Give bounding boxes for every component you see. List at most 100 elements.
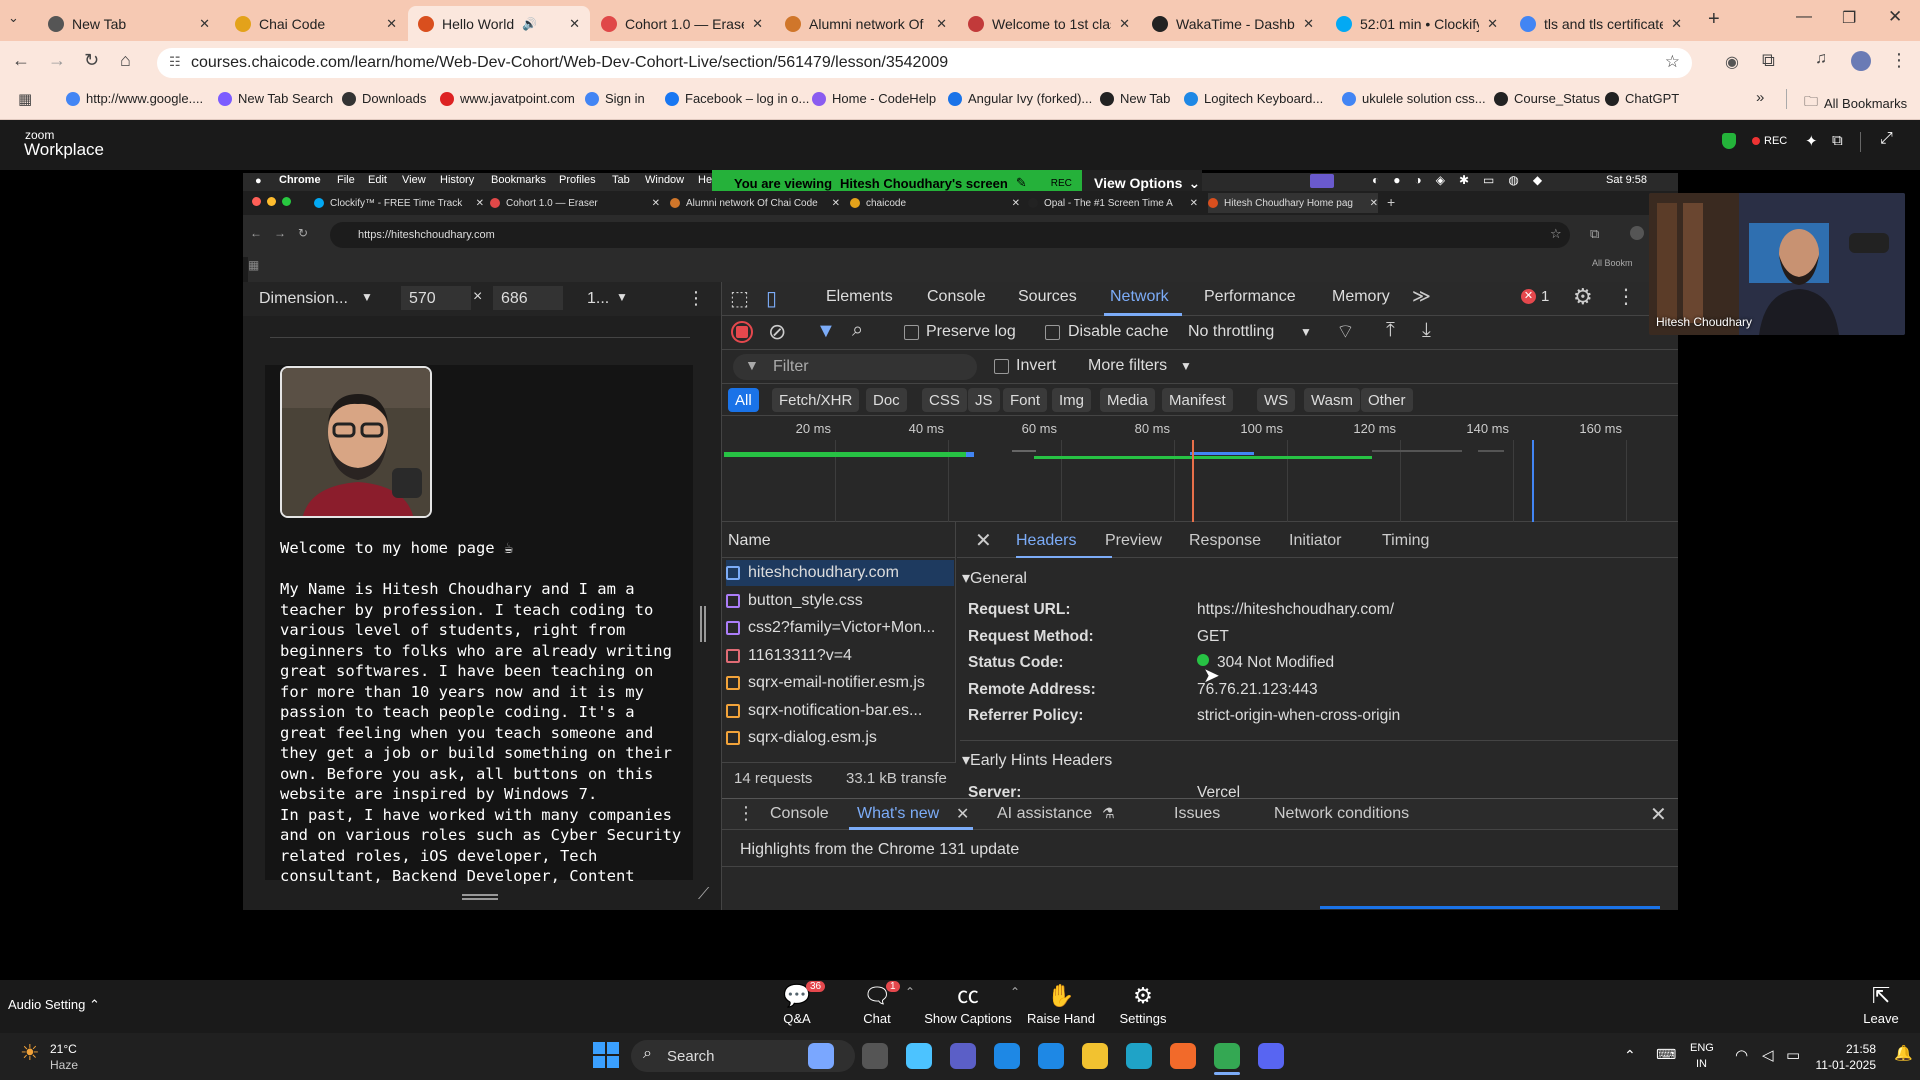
bookmark-item[interactable]: Course_Status [1494,91,1600,106]
windows-start-icon[interactable] [593,1042,619,1068]
show-captions-button[interactable]: ㏄ Show Captions [923,981,1013,1026]
home-icon[interactable]: ⌂ [120,50,131,71]
tab-close-icon[interactable]: ✕ [199,16,210,32]
sparkle-icon[interactable]: ✦ [1805,132,1818,150]
language-code[interactable]: ENG [1690,1042,1714,1054]
help-icon[interactable] [1038,1043,1064,1069]
volume-icon[interactable]: ◁ [1762,1046,1774,1064]
shared-address-bar: https://hiteshchoudhary.com [330,222,1570,248]
captions-caret-icon[interactable]: ⌃ [1010,985,1020,999]
bookmark-item[interactable]: www.javatpoint.com [440,91,575,106]
bookmark-item[interactable]: Facebook – log in o... [665,91,809,106]
browser-tab[interactable]: Cohort 1.0 — Eraser ✕ [591,6,773,41]
bookmark-item[interactable]: Angular Ivy (forked)... [948,91,1092,106]
wifi-icon[interactable]: ◠ [1735,1046,1748,1064]
request-name: css2?family=Victor+Mon... [748,619,936,636]
tab-close-icon[interactable]: ✕ [569,16,580,32]
search-icon: ⌕ [643,1045,652,1062]
apps-grid-icon[interactable]: ▦ [18,90,32,108]
teams-icon[interactable] [950,1043,976,1069]
browser-tab[interactable]: 52:01 min • Clockify ✕ [1326,6,1508,41]
settings-button[interactable]: ⚙ Settings [1098,981,1188,1026]
tray-chevron-icon[interactable]: ⌃ [1624,1047,1636,1064]
tab-close-icon[interactable]: ✕ [1671,16,1682,32]
bookmark-item[interactable]: Logitech Keyboard... [1184,91,1323,106]
extensions-puzzle-icon[interactable]: ⧉ [1762,50,1775,71]
chrome-icon[interactable] [1214,1043,1240,1069]
bookmark-item[interactable]: Home - CodeHelp [812,91,936,106]
audio-icon[interactable]: 🔊 [522,17,537,31]
site-info-icon[interactable]: ☷ [169,54,181,70]
settings-gear-icon: ⚙ [1573,284,1593,309]
store-icon[interactable] [994,1043,1020,1069]
weather-icon[interactable]: ☀ [20,1040,40,1066]
back-icon[interactable]: ← [12,50,30,71]
browser-tab[interactable]: WakaTime - Dashboa ✕ [1142,6,1324,41]
shared-tab-close-icon: ✕ [1369,197,1378,209]
browser-tab[interactable]: tls and tls certificates ✕ [1510,6,1692,41]
bookmark-item[interactable]: New Tab Search [218,91,333,106]
taskbar-time[interactable]: 21:58 [1836,1042,1876,1056]
bookmark-item[interactable]: Sign in [585,91,645,106]
restore-icon[interactable]: ❐ [1842,8,1856,28]
address-bar[interactable]: ☷ courses.chaicode.com/learn/home/Web-De… [157,48,1692,78]
browser-tab[interactable]: Chai Code ✕ [225,6,407,41]
tab-close-icon[interactable]: ✕ [936,16,947,32]
shared-nav-icons: ←→↻ [250,226,321,240]
audio-setting[interactable]: Audio Setting ⌃ [8,997,100,1013]
layout-icon[interactable]: ⧉ [1832,132,1843,149]
mac-zoom-dot [282,197,291,206]
tab-close-icon[interactable]: ✕ [1487,16,1498,32]
leave-button[interactable]: ⇱ Leave [1836,981,1920,1026]
extension-icon[interactable]: ◉ [1725,52,1739,72]
profile-avatar[interactable] [1851,51,1871,71]
devtools-tab: Performance [1204,288,1296,305]
new-tab-button[interactable]: + [1708,8,1720,31]
mac-menu-item: Chrome [279,174,321,186]
keyboard-icon[interactable]: ⌨ [1656,1046,1676,1063]
menubar-status-icons: ◐●◑◈✱▭◍◆ [1372,173,1557,187]
bookmark-item[interactable]: ChatGPT [1605,91,1679,106]
bookmark-item[interactable]: New Tab [1100,91,1170,106]
devtools-tab: Elements [826,288,893,305]
timeline-bar [1190,452,1254,455]
type-chip: CSS [922,388,967,412]
q-a-button[interactable]: 💬 36 Q&A [752,981,842,1026]
close-window-icon[interactable]: ✕ [1888,7,1902,27]
bookmark-item[interactable]: ukulele solution css... [1342,91,1486,106]
bookmark-item[interactable]: http://www.google.... [66,91,203,106]
browser-tab[interactable]: Hello World 🔊 ✕ [408,6,590,41]
tab-search-icon[interactable]: ⌄ [8,10,19,26]
battery-icon[interactable]: ▭ [1786,1046,1800,1064]
media-control-icon[interactable]: ♫ [1815,50,1827,68]
bookmark-favicon-icon [1100,91,1114,106]
vpn-icon[interactable] [1170,1043,1196,1069]
chrome-menu-icon[interactable]: ⋮ [1890,50,1908,71]
bookmark-item[interactable]: Downloads [342,91,426,106]
folder-icon[interactable] [1082,1043,1108,1069]
tab-close-icon[interactable]: ✕ [1119,16,1130,32]
browser-tab[interactable]: Welcome to 1st class ✕ [958,6,1140,41]
raise-hand-button[interactable]: ✋ Raise Hand [1016,981,1106,1026]
edge-icon[interactable] [1126,1043,1152,1069]
file-explorer-icon[interactable] [862,1043,888,1069]
bookmark-star-icon[interactable]: ☆ [1665,52,1680,72]
minimize-icon[interactable]: — [1796,8,1812,26]
all-bookmarks[interactable]: 🗀 All Bookmarks [1804,91,1907,115]
browser-tab[interactable]: Alumni network Of Cl ✕ [775,6,957,41]
notification-bell-icon[interactable]: 🔔 [1894,1044,1913,1062]
active-app-indicator [1214,1072,1240,1075]
tab-close-icon[interactable]: ✕ [386,16,397,32]
chat-caret-icon[interactable]: ⌃ [905,985,915,999]
more-bookmarks-icon[interactable]: » [1756,89,1764,106]
tab-close-icon[interactable]: ✕ [1303,16,1314,32]
fullscreen-icon[interactable]: ⤢ [1880,130,1893,148]
forward-icon[interactable]: → [48,50,66,71]
discord-icon[interactable] [1258,1043,1284,1069]
copilot-icon[interactable] [906,1043,932,1069]
type-chip: Other [1361,388,1413,412]
widget-icon[interactable] [808,1043,834,1069]
tab-close-icon[interactable]: ✕ [752,16,763,32]
browser-tab[interactable]: New Tab ✕ [38,6,220,41]
reload-icon[interactable]: ↻ [84,50,99,71]
